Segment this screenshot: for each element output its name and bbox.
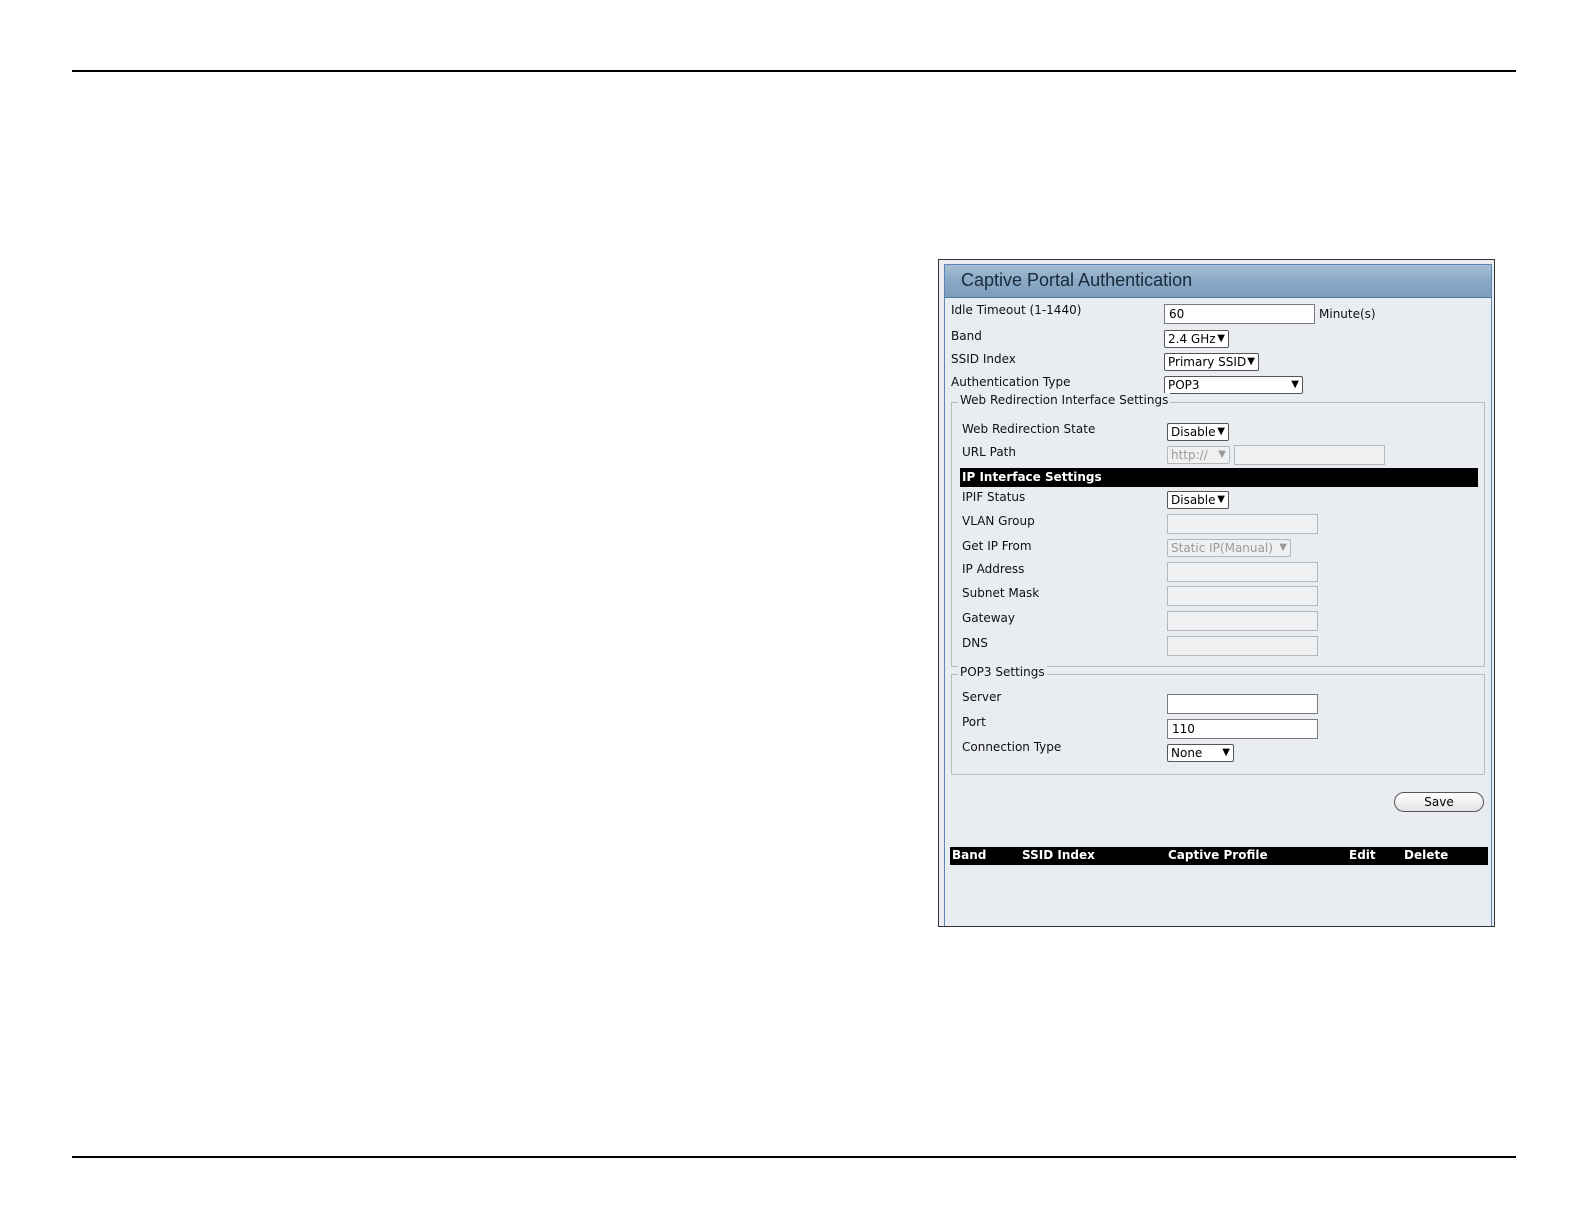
port-input[interactable]: 110 xyxy=(1167,719,1318,739)
chevron-down-icon: ▼ xyxy=(1218,449,1226,460)
col-band: Band xyxy=(952,848,987,862)
band-select[interactable]: 2.4 GHz ▼ xyxy=(1164,330,1229,348)
gateway-label: Gateway xyxy=(962,611,1016,625)
chevron-down-icon: ▼ xyxy=(1222,747,1230,758)
connection-type-value: None xyxy=(1171,746,1203,760)
web-redirection-state-select[interactable]: Disable ▼ xyxy=(1167,423,1229,441)
ssid-index-select-value: Primary SSID xyxy=(1168,355,1247,369)
dns-label: DNS xyxy=(962,636,988,650)
connection-type-label: Connection Type xyxy=(962,740,1062,754)
get-ip-from-value: Static IP(Manual) xyxy=(1171,541,1273,555)
subnet-mask-label: Subnet Mask xyxy=(962,586,1040,600)
ssid-index-label: SSID Index xyxy=(951,352,1016,366)
top-rule xyxy=(72,70,1516,72)
port-label: Port xyxy=(962,715,986,729)
get-ip-from-select[interactable]: Static IP(Manual) ▼ xyxy=(1167,539,1291,557)
chevron-down-icon: ▼ xyxy=(1291,379,1299,390)
url-path-label: URL Path xyxy=(962,445,1016,459)
col-delete: Delete xyxy=(1404,848,1449,862)
idle-timeout-input[interactable]: 60 xyxy=(1164,304,1315,324)
bottom-rule xyxy=(72,1156,1516,1158)
web-redirection-legend: Web Redirection Interface Settings xyxy=(958,393,1171,407)
ip-address-input[interactable] xyxy=(1167,562,1318,582)
gateway-input[interactable] xyxy=(1167,611,1318,631)
col-edit: Edit xyxy=(1349,848,1376,862)
server-label: Server xyxy=(962,690,1002,704)
band-select-value: 2.4 GHz xyxy=(1168,332,1216,346)
vlan-group-label: VLAN Group xyxy=(962,514,1035,528)
profile-table-header: Band SSID Index Captive Profile Edit Del… xyxy=(950,847,1488,865)
chevron-down-icon: ▼ xyxy=(1217,333,1225,344)
dns-input[interactable] xyxy=(1167,636,1318,656)
url-scheme-value: http:// xyxy=(1171,448,1208,462)
captive-portal-panel: Captive Portal Authentication Idle Timeo… xyxy=(938,259,1495,927)
chevron-down-icon: ▼ xyxy=(1217,426,1225,437)
ipif-status-label: IPIF Status xyxy=(962,490,1026,504)
ssid-index-select[interactable]: Primary SSID ▼ xyxy=(1164,353,1259,371)
subnet-mask-input[interactable] xyxy=(1167,586,1318,606)
panel-header: Captive Portal Authentication xyxy=(945,265,1491,298)
col-captive-profile: Captive Profile xyxy=(1168,848,1268,862)
pop3-legend: POP3 Settings xyxy=(958,665,1047,679)
auth-type-select[interactable]: POP3 ▼ xyxy=(1164,376,1303,394)
url-scheme-select[interactable]: http:// ▼ xyxy=(1167,446,1230,464)
ip-interface-header: IP Interface Settings xyxy=(960,468,1478,487)
server-input[interactable] xyxy=(1167,694,1318,714)
web-redirection-state-label: Web Redirection State xyxy=(962,422,1096,436)
vlan-group-input[interactable] xyxy=(1167,514,1318,534)
web-redirection-state-value: Disable xyxy=(1171,425,1216,439)
auth-type-select-value: POP3 xyxy=(1168,378,1200,392)
ip-address-label: IP Address xyxy=(962,562,1025,576)
ipif-status-select[interactable]: Disable ▼ xyxy=(1167,491,1229,509)
col-ssid-index: SSID Index xyxy=(1022,848,1095,862)
chevron-down-icon: ▼ xyxy=(1217,494,1225,505)
url-path-input[interactable] xyxy=(1234,445,1385,465)
chevron-down-icon: ▼ xyxy=(1247,356,1255,367)
connection-type-select[interactable]: None ▼ xyxy=(1167,744,1234,762)
auth-type-label: Authentication Type xyxy=(951,375,1071,389)
save-button[interactable]: Save xyxy=(1394,792,1484,812)
ipif-status-value: Disable xyxy=(1171,493,1216,507)
idle-timeout-label: Idle Timeout (1-1440) xyxy=(951,303,1082,317)
idle-timeout-unit: Minute(s) xyxy=(1319,307,1376,321)
chevron-down-icon: ▼ xyxy=(1279,542,1287,553)
band-label: Band xyxy=(951,329,982,343)
panel-title: Captive Portal Authentication xyxy=(961,270,1193,290)
get-ip-from-label: Get IP From xyxy=(962,539,1032,553)
